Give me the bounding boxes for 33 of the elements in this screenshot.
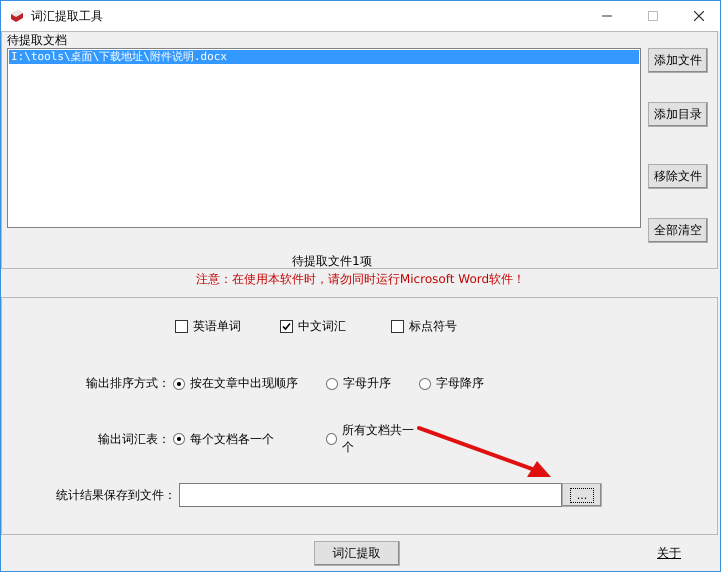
side-button[interactable]: 添加文件 xyxy=(648,48,708,73)
radio-label: 按在文章中出现顺序 xyxy=(190,375,298,392)
checkbox-label: 英语单词 xyxy=(193,318,241,335)
app-icon xyxy=(9,8,25,24)
checkbox[interactable] xyxy=(280,320,293,333)
about-link[interactable]: 关于 xyxy=(657,545,681,562)
radio-label: 字母升序 xyxy=(343,375,391,392)
pending-count: 待提取文件1项 xyxy=(292,253,372,270)
checkbox[interactable] xyxy=(391,320,404,333)
checkbox-label: 中文词汇 xyxy=(298,318,346,335)
radio-button[interactable] xyxy=(326,378,338,390)
side-button[interactable]: 全部清空 xyxy=(648,218,708,243)
output-file-field[interactable] xyxy=(179,483,562,507)
group-label: 待提取文档 xyxy=(7,32,68,48)
field-label: 输出词汇表： xyxy=(97,430,171,448)
radio-label: 所有文档共一个 xyxy=(342,422,416,456)
side-button[interactable]: 移除文件 xyxy=(648,164,708,189)
side-button[interactable]: 添加目录 xyxy=(648,102,708,127)
browse-button[interactable]: ... xyxy=(562,483,602,507)
warning-text: 注意：在使用本软件时，请勿同时运行Microsoft Word软件！ xyxy=(194,271,526,288)
close-icon[interactable] xyxy=(694,11,704,21)
extract-button[interactable]: 词汇提取 xyxy=(314,540,400,566)
radio-button[interactable] xyxy=(419,378,431,390)
radio-button[interactable] xyxy=(173,433,185,445)
checkbox[interactable] xyxy=(175,320,188,333)
window-title: 词汇提取工具 xyxy=(31,8,103,24)
radio-label: 每个文档各一个 xyxy=(190,430,274,448)
checkbox-label: 标点符号 xyxy=(409,318,457,335)
field-label: 输出排序方式： xyxy=(85,375,171,392)
radio-button[interactable] xyxy=(173,378,185,390)
radio-button[interactable] xyxy=(326,433,338,445)
field-label: 统计结果保存到文件： xyxy=(55,486,177,504)
radio-label: 字母降序 xyxy=(436,375,484,392)
